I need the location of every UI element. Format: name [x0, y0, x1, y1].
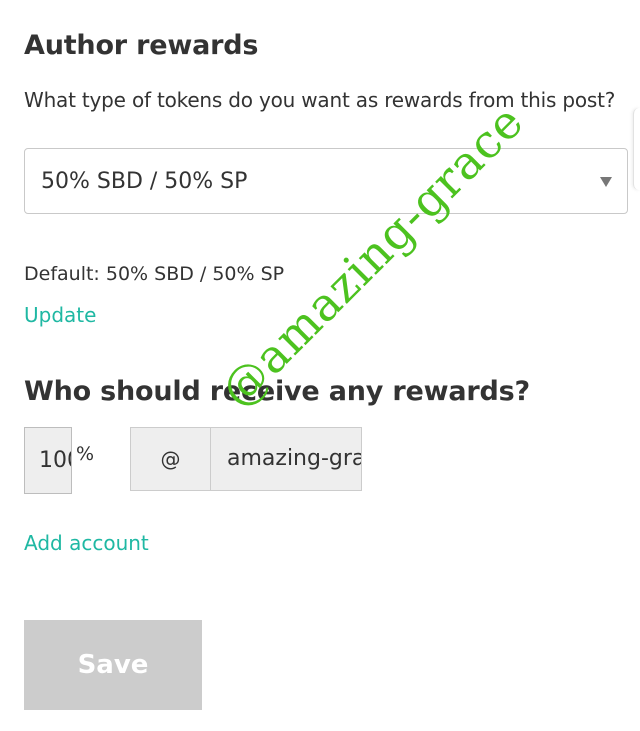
save-button[interactable]: Save	[24, 620, 202, 710]
beneficiary-account-input[interactable]: @ amazing-grace	[130, 427, 362, 491]
beneficiary-account-value: amazing-grace	[227, 446, 361, 471]
update-link[interactable]: Update	[24, 303, 96, 327]
beneficiary-percent-input[interactable]: 100	[24, 427, 72, 494]
beneficiary-percent-value: 100	[39, 448, 71, 473]
beneficiaries-title: Who should receive any rewards?	[24, 376, 530, 407]
at-symbol-addon: @	[131, 428, 211, 490]
percent-symbol: %	[76, 443, 95, 465]
reward-type-question: What type of tokens do you want as rewar…	[24, 88, 616, 112]
author-rewards-title: Author rewards	[24, 30, 259, 61]
reward-type-select[interactable]: 50% SBD / 50% SP	[24, 148, 628, 214]
default-reward-text: Default: 50% SBD / 50% SP	[24, 263, 285, 285]
side-panel-edge	[633, 108, 640, 190]
caret-down-icon	[600, 177, 612, 187]
reward-type-selected-value: 50% SBD / 50% SP	[41, 169, 248, 194]
add-account-link[interactable]: Add account	[24, 531, 149, 555]
watermark-text: @amazing-grace	[210, 94, 534, 418]
